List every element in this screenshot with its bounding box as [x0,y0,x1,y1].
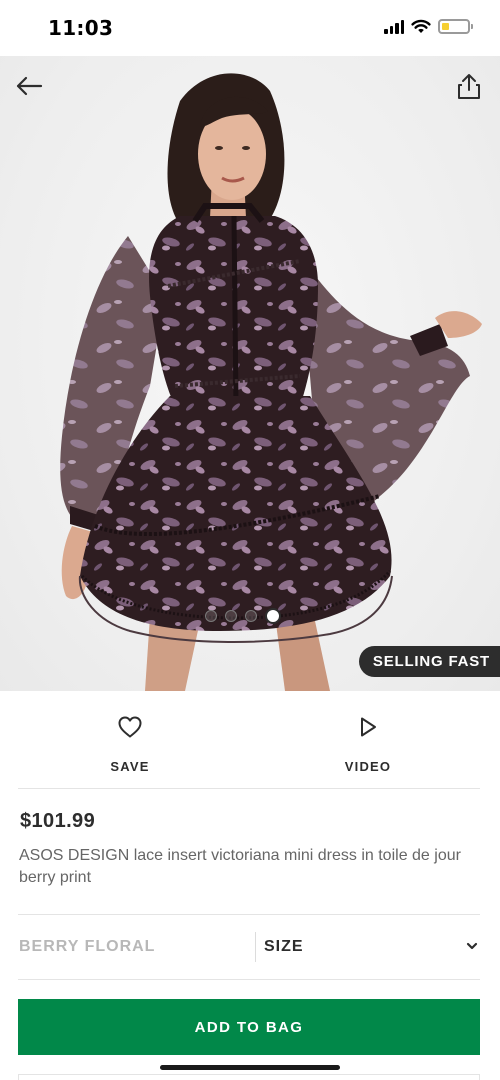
product-price: $101.99 [20,810,96,832]
video-button[interactable]: VIDEO [308,691,428,788]
home-indicator[interactable] [160,1065,340,1070]
back-arrow-icon[interactable] [14,74,44,98]
cellular-signal-icon [384,19,404,34]
carousel-dot[interactable] [205,610,217,622]
product-actions: SAVE VIDEO [0,691,500,788]
selling-fast-badge: SELLING FAST [358,646,500,677]
add-to-bag-button[interactable]: ADD TO BAG [18,999,480,1055]
share-icon[interactable] [456,72,482,100]
battery-icon [438,19,473,34]
next-section-edge [18,1074,480,1080]
carousel-indicator [205,608,281,624]
carousel-dot-active[interactable] [265,608,281,624]
size-dropdown[interactable]: SIZE [256,928,482,966]
carousel-dot[interactable] [225,610,237,622]
save-button[interactable]: SAVE [70,691,190,788]
product-photo [60,73,482,691]
play-icon [361,717,376,737]
heart-icon [118,716,142,738]
colour-label: BERRY FLORAL [19,938,156,955]
product-title: ASOS DESIGN lace insert victoriana mini … [19,847,461,886]
product-image-carousel[interactable]: SELLING FAST [0,56,500,691]
status-icons [384,19,473,34]
wifi-icon [411,19,431,33]
carousel-dot[interactable] [245,610,257,622]
chevron-down-icon [466,942,478,950]
divider [18,979,480,980]
divider [18,914,480,915]
size-label: SIZE [264,938,304,955]
status-bar: 11:03 [0,0,500,56]
divider [18,788,480,789]
status-time: 11:03 [48,16,114,40]
save-label: SAVE [110,759,150,774]
video-label: VIDEO [344,759,392,774]
